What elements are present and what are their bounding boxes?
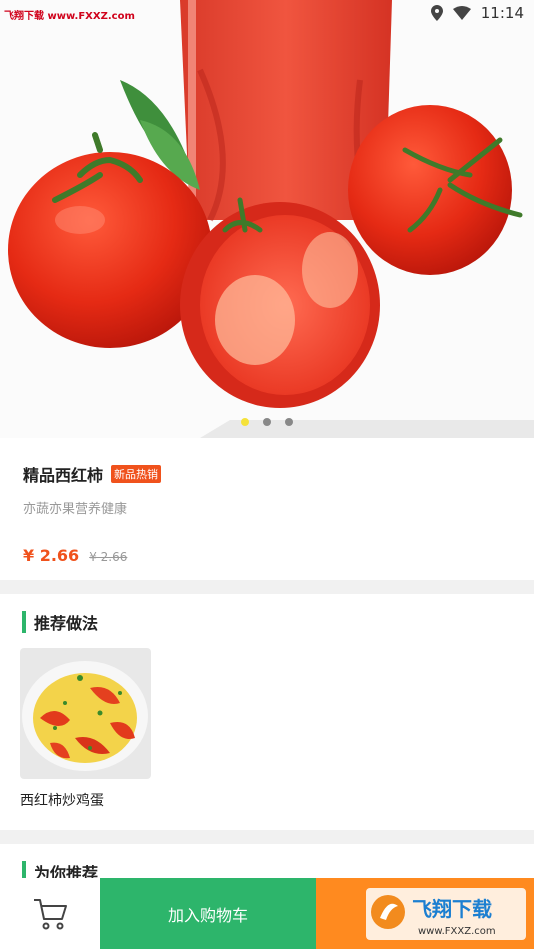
cart-icon [34,898,67,929]
watermark-logo: 飞翔下载 www.FXXZ.com [366,888,526,940]
svg-text:飞翔下载: 飞翔下载 [412,897,492,921]
carousel-dot-2[interactable] [263,418,271,426]
product-name: 精品西红柿 [23,466,104,485]
tomato-juice-photo [0,0,534,438]
carousel-indicator [0,418,534,432]
section-accent-bar [22,611,26,633]
recipe-name: 西红柿炒鸡蛋 [20,793,104,809]
svg-text:www.FXXZ.com: www.FXXZ.com [418,926,496,937]
watermark-text: 飞翔下载 www.FXXZ.com [4,11,135,22]
price-row: ¥ 2.66 ¥ 2.66 [23,546,127,565]
add-to-cart-button[interactable]: 加入购物车 [100,878,316,949]
section-divider [0,580,534,594]
status-icons: 11:14 [430,4,524,22]
product-subtitle: 亦蔬亦果营养健康 [23,502,128,517]
buy-now-button[interactable]: 飞翔下载 www.FXXZ.com [316,878,534,949]
original-price: ¥ 2.66 [89,550,128,564]
product-info: 精品西红柿 新品热销 亦蔬亦果营养健康 ¥ 2.66 ¥ 2.66 [0,438,534,580]
product-badge: 新品热销 [111,465,162,483]
product-title-row: 精品西红柿 新品热销 [23,462,162,486]
carousel-dot-3[interactable] [285,418,293,426]
recommend-section-title: 推荐做法 [34,614,99,633]
recommend-section-header: 推荐做法 [22,610,98,634]
wifi-icon [452,6,471,20]
status-bar: 飞翔下载 www.FXXZ.com 11:14 [0,0,534,28]
recipe-card[interactable]: 西红柿炒鸡蛋 [20,648,151,810]
tomato-egg-dish-photo [20,648,151,779]
bottom-action-bar: 加入购物车 飞翔下载 www.FXXZ.com [0,878,534,949]
section-divider [0,830,534,844]
product-image-carousel[interactable] [0,0,534,438]
current-price: ¥ 2.66 [23,546,80,565]
clock-text: 11:14 [480,4,524,22]
carousel-dot-1[interactable] [241,418,249,426]
cart-button[interactable] [0,878,100,949]
location-icon [430,5,443,21]
recipe-image [20,648,151,779]
